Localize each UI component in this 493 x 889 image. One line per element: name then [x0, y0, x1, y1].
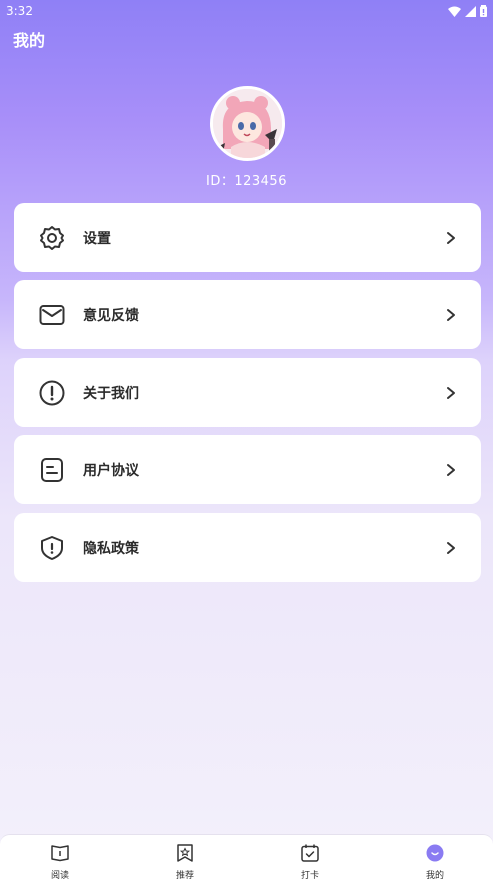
signal-icon	[465, 5, 476, 17]
tab-read[interactable]: 阅读	[30, 843, 90, 887]
menu-item-feedback[interactable]: 意见反馈	[14, 280, 481, 349]
menu-item-about-us[interactable]: 关于我们	[14, 358, 481, 427]
tab-label: 推荐	[175, 871, 194, 881]
tab-mine[interactable]: 我的	[405, 843, 465, 887]
menu-item-label: 隐私政策	[83, 540, 139, 557]
star-bookmark-icon	[177, 844, 193, 862]
tab-checkin[interactable]: 打卡	[280, 843, 340, 887]
menu-item-user-agreement[interactable]: 用户协议	[14, 435, 481, 504]
avatar-image	[213, 89, 282, 158]
alert-circle-icon	[39, 380, 65, 405]
menu-item-label: 用户协议	[83, 462, 139, 479]
user-id: ID：123456	[206, 174, 287, 189]
book-icon	[51, 845, 69, 862]
wifi-icon	[448, 6, 461, 17]
menu-item-settings[interactable]: 设置	[14, 203, 481, 272]
mail-icon	[39, 304, 65, 325]
chevron-right-icon	[447, 386, 455, 399]
status-icons	[448, 5, 487, 17]
battery-icon	[480, 5, 487, 17]
shield-icon	[41, 535, 63, 560]
profile-icon	[426, 844, 444, 862]
calendar-check-icon	[301, 844, 319, 862]
menu-item-privacy-policy[interactable]: 隐私政策	[14, 513, 481, 582]
menu-item-label: 意见反馈	[83, 307, 139, 324]
tab-label: 我的	[425, 871, 444, 881]
status-bar: 3:32	[0, 0, 493, 22]
chevron-right-icon	[447, 231, 455, 244]
menu-item-label: 设置	[83, 230, 111, 247]
bottom-tab-bar: 阅读 推荐 打卡 我的	[0, 834, 493, 889]
status-time: 3:32	[6, 4, 33, 18]
gear-icon	[40, 225, 64, 250]
chevron-right-icon	[447, 308, 455, 321]
tab-label: 阅读	[50, 871, 69, 881]
tab-recommend[interactable]: 推荐	[155, 843, 215, 887]
menu-item-label: 关于我们	[83, 385, 139, 402]
page-title: 我的	[13, 31, 46, 50]
tab-label: 打卡	[300, 871, 319, 881]
chevron-right-icon	[447, 463, 455, 476]
avatar[interactable]	[210, 86, 285, 161]
document-icon	[41, 457, 63, 482]
chevron-right-icon	[447, 541, 455, 554]
